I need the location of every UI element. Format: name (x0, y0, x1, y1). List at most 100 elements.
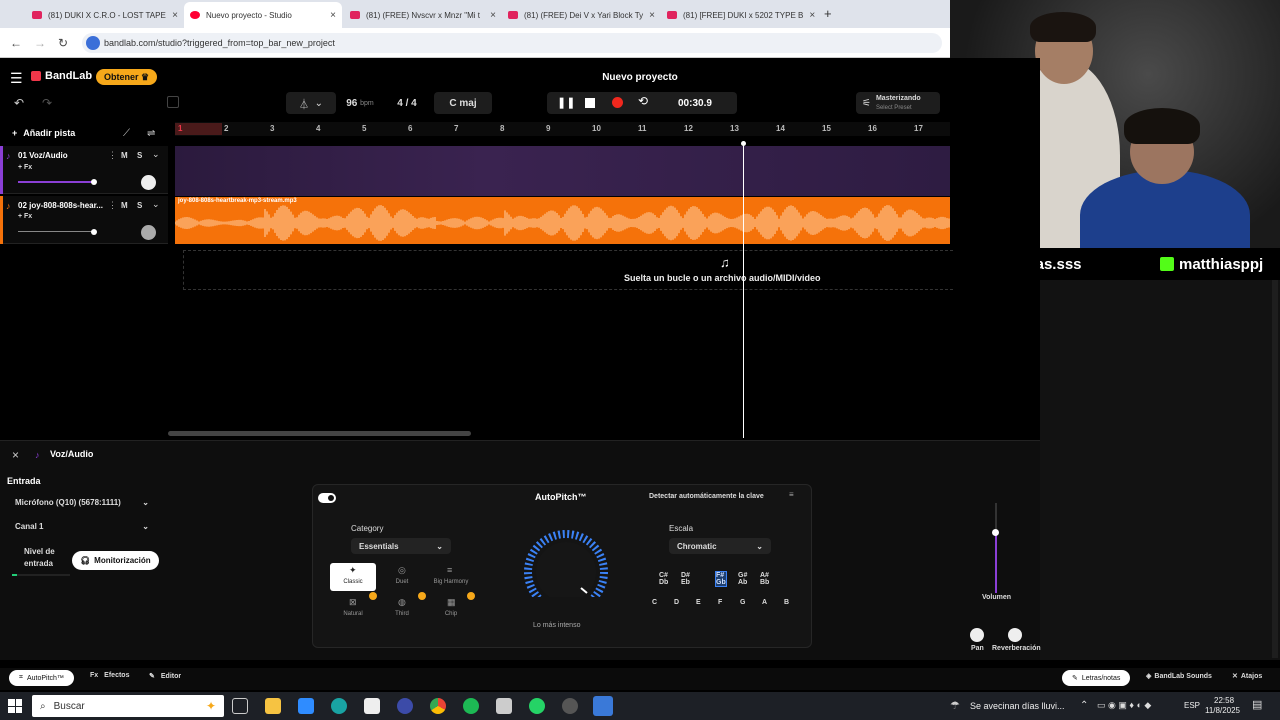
detect-key-button[interactable]: Detectar automáticamente la clave (649, 493, 764, 500)
edge-icon[interactable] (331, 698, 347, 714)
track-name[interactable]: 02 joy-808-808s-hear... (18, 201, 103, 210)
tab-sounds[interactable]: ◈ BandLab Sounds (1146, 672, 1212, 681)
installer-icon[interactable] (496, 698, 512, 714)
project-title[interactable]: Nuevo proyecto (540, 72, 740, 83)
channel-select[interactable]: Canal 1 ⌄ (7, 517, 157, 535)
site-info-icon[interactable] (86, 36, 100, 50)
slider-handle[interactable] (91, 179, 97, 185)
solo-button[interactable]: S (137, 201, 142, 210)
reload-icon[interactable]: ↻ (58, 36, 68, 50)
scale-note-sharp[interactable]: F# Gb (715, 571, 727, 587)
monitoring-button[interactable]: 🎧︎ Monitorización (72, 551, 159, 570)
horizontal-scrollbar[interactable] (168, 431, 471, 436)
tab-lyrics[interactable]: ✎ Letras/notas (1062, 670, 1131, 686)
preset-big-harmony[interactable]: ≡ Big Harmony (428, 563, 474, 591)
mic-select[interactable]: Micrófono (Q10) (5678:1111) ⌄ (7, 493, 157, 511)
tray-icons[interactable]: ▭ ◉ ▣ ♦ ◐ ◆ (1097, 700, 1151, 711)
close-icon[interactable]: × (809, 10, 815, 21)
scale-note[interactable]: C (652, 599, 657, 606)
preset-natural[interactable]: ⊠ Natural (330, 595, 376, 623)
metronome-button[interactable]: ⏃ ⌄ (286, 92, 336, 114)
scale-note[interactable]: F (718, 599, 722, 606)
loop-icon[interactable]: ⟲ (638, 94, 648, 108)
redo-icon[interactable]: ↷ (42, 96, 52, 110)
wand-icon[interactable]: ⟋ (123, 128, 130, 139)
browser-tab[interactable]: (81) DUKI X C.R.O - LOST TAPE × (26, 4, 184, 26)
pan-knob[interactable] (141, 175, 156, 190)
chevron-up-icon[interactable]: ⌃ (1080, 700, 1088, 711)
forward-icon[interactable]: → (34, 36, 46, 50)
stop-icon[interactable] (585, 98, 595, 108)
tab-shortcuts[interactable]: ✕ Atajos (1232, 672, 1262, 681)
close-icon[interactable]: × (490, 10, 496, 21)
add-track-button[interactable]: + Añadir pista (12, 128, 75, 138)
preset-duet[interactable]: ◎ Duet (379, 563, 425, 591)
add-fx-button[interactable]: + Fx (18, 213, 32, 220)
tune-icon[interactable]: ⇌ (147, 128, 155, 139)
new-tab-button[interactable]: + (824, 6, 832, 21)
fader-handle[interactable] (992, 529, 999, 536)
vocal-lane[interactable] (175, 146, 950, 196)
browser-tab[interactable]: (81) (FREE) Dei V x Yari Block Ty × (502, 4, 660, 26)
notepad-icon[interactable] (364, 698, 380, 714)
settings-icon[interactable]: ≡ (789, 490, 794, 499)
track-name[interactable]: 01 Voz/Audio (18, 151, 68, 160)
app-icon[interactable] (562, 698, 578, 714)
file-explorer-icon[interactable] (265, 698, 281, 714)
tab-editor[interactable]: ✎ Editor (149, 672, 181, 681)
track-row[interactable]: ♪ 02 joy-808-808s-hear... ⋮ M S ⌄ + Fx (0, 196, 168, 244)
record-icon[interactable] (612, 97, 623, 108)
scale-note[interactable]: E (696, 599, 701, 606)
track-row[interactable]: ♪ 01 Voz/Audio ⋮ M S ⌄ + Fx (0, 146, 168, 194)
power-toggle[interactable] (318, 493, 336, 503)
reverb-knob[interactable] (1008, 628, 1022, 642)
category-select[interactable]: Essentials ⌄ (351, 538, 451, 554)
key-selector[interactable]: C maj (434, 92, 492, 114)
browser-tab[interactable]: (81) [FREE] DUKI x 5202 TYPE B × (661, 4, 819, 26)
get-button[interactable]: Obtener ♛ (96, 69, 158, 85)
mute-button[interactable]: M (121, 201, 128, 210)
windows-start-icon[interactable] (8, 699, 22, 713)
pan-knob[interactable] (141, 225, 156, 240)
scale-note[interactable]: A (762, 599, 767, 606)
back-icon[interactable]: ← (10, 36, 22, 50)
whatsapp-icon[interactable] (529, 698, 545, 714)
chevron-down-icon[interactable]: ⌄ (152, 149, 160, 160)
pause-icon[interactable]: ❚❚ (557, 96, 575, 109)
mastering-button[interactable]: ⚟ Masterizando Select Preset (856, 92, 940, 114)
taskbar-search[interactable]: ⌕ Buscar ✦ (32, 695, 224, 717)
browser-tab[interactable]: (81) (FREE) Nvscvr x Mnzr "Mi t × (344, 4, 502, 26)
app-icon[interactable] (397, 698, 413, 714)
scrollbar[interactable] (1272, 280, 1278, 658)
browser-tab-active[interactable]: Nuevo proyecto - Studio × (184, 2, 342, 28)
more-icon[interactable]: ⋮ (108, 150, 117, 161)
close-icon[interactable]: × (12, 448, 19, 462)
scale-note-sharp[interactable]: C# Db (659, 572, 668, 586)
slider-handle[interactable] (91, 229, 97, 235)
scale-note-sharp[interactable]: D# Eb (681, 572, 690, 586)
close-icon[interactable]: × (330, 10, 336, 21)
url-field[interactable]: bandlab.com/studio?triggered_from=top_ba… (82, 33, 942, 53)
scale-note[interactable]: B (784, 599, 789, 606)
playhead[interactable] (743, 143, 744, 438)
mute-button[interactable]: M (121, 151, 128, 160)
weather-text[interactable]: Se avecinan días lluvi... (970, 701, 1065, 711)
intensity-knob[interactable] (511, 525, 621, 615)
scale-note-sharp[interactable]: G# Ab (738, 572, 747, 586)
scale-note-sharp[interactable]: A# Bb (760, 572, 769, 586)
chevron-down-icon[interactable]: ⌄ (152, 199, 160, 210)
tab-effects[interactable]: Fx Efectos (90, 672, 129, 679)
menu-icon[interactable]: ☰ (10, 70, 23, 87)
clock-time[interactable]: 22:58 (1214, 696, 1234, 705)
timeline-ruler[interactable] (175, 122, 950, 136)
volume-slider[interactable] (18, 231, 94, 232)
volume-fader[interactable] (992, 503, 999, 593)
playhead-handle[interactable] (741, 141, 746, 146)
preset-chip[interactable]: ▦ Chip (428, 595, 474, 623)
task-view-icon[interactable] (232, 698, 248, 714)
bandlab-logo[interactable]: BandLab (31, 70, 92, 82)
scale-note[interactable]: G (740, 599, 745, 606)
grid-icon[interactable] (167, 96, 179, 108)
more-icon[interactable]: ⋮ (108, 200, 117, 211)
undo-icon[interactable]: ↶ (14, 96, 24, 110)
